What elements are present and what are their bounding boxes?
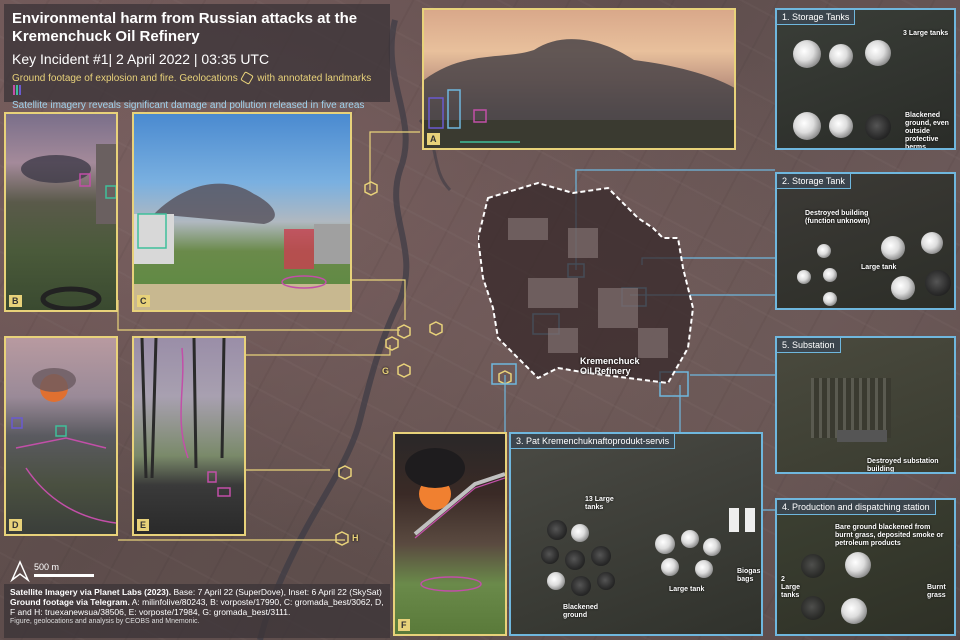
scale-label: 500 m xyxy=(34,562,60,572)
title-panel: Environmental harm from Russian attacks … xyxy=(4,4,390,111)
annotation: 3 Large tanks xyxy=(903,30,949,37)
sat-source-text: Base: 7 April 22 (SuperDove), Inset: 6 A… xyxy=(173,587,382,597)
photo-c: C xyxy=(132,112,352,312)
photo-a: A xyxy=(422,8,736,150)
photo-b: B xyxy=(4,112,118,312)
ground-note-pre: Ground footage of explosion and fire. Ge… xyxy=(12,73,238,84)
annotation: Large tank xyxy=(861,264,897,271)
photo-label: F xyxy=(398,619,410,631)
scale-bar: 500 m xyxy=(34,562,94,577)
photo-e-scene xyxy=(140,338,231,497)
map-canvas: Kremenchuck Oil Refinery G H Environment… xyxy=(0,0,960,640)
location-g-label: G xyxy=(382,366,390,376)
panel-title: 3. Pat Kremenchuknaftoprodukt-servis xyxy=(511,434,676,449)
ground-source-bold: Ground footage via Telegram. xyxy=(10,597,130,607)
photo-f-scene xyxy=(405,448,505,592)
photo-label: E xyxy=(137,519,150,531)
photo-d: D xyxy=(4,336,118,536)
annotation: Destroyed building (function unknown) xyxy=(805,210,870,225)
photo-b-scene xyxy=(21,144,116,310)
photo-f: F xyxy=(393,432,507,636)
north-arrow-icon xyxy=(10,560,30,583)
panel-title: 4. Production and dispatching station xyxy=(777,500,936,515)
panel-storage-tank: 2. Storage Tank Destroyed building (func… xyxy=(775,172,956,310)
ground-note-post: with annotated landmarks xyxy=(257,73,372,84)
landmark-colors-icon xyxy=(12,85,21,99)
annotation: 2 Large tanks xyxy=(781,576,801,599)
satellite-note: Satellite imagery reveals significant da… xyxy=(12,100,365,111)
panel-title: 2. Storage Tank xyxy=(777,174,851,189)
analysis-credit: Figure, geolocations and analysis by CEO… xyxy=(10,618,200,625)
photo-label: B xyxy=(9,295,22,307)
ground-note: Ground footage of explosion and fire. Ge… xyxy=(12,71,382,99)
annotation: Bare ground blackened from burnt grass, … xyxy=(835,524,944,547)
annotation: Biogas bags xyxy=(737,568,761,583)
photo-d-scene xyxy=(11,368,116,524)
panel-title: 1. Storage Tanks xyxy=(777,10,856,25)
photo-label: A xyxy=(427,133,440,145)
smoke-plume xyxy=(424,39,734,148)
annotation: 13 Large tanks xyxy=(585,496,614,511)
panel-substation: 5. Substation Destroyed substation build… xyxy=(775,336,956,474)
hexagon-icon xyxy=(240,71,255,86)
photo-c-scene xyxy=(134,183,350,310)
panel-title: 5. Substation xyxy=(777,338,841,353)
panel-storage-tanks: 1. Storage Tanks 3 Large tanks Blackened… xyxy=(775,8,956,150)
annotation: Destroyed substation building xyxy=(867,458,939,473)
refinery-label: Kremenchuck Oil Refinery xyxy=(580,356,640,376)
annotation: Large tank xyxy=(669,586,705,593)
annotation: Blackened ground xyxy=(563,604,599,619)
page-title: Environmental harm from Russian attacks … xyxy=(12,10,358,45)
photo-label: D xyxy=(9,519,22,531)
sat-source-bold: Satellite Imagery via Planet Labs (2023)… xyxy=(10,587,172,597)
incident-subtitle: Key Incident #1| 2 April 2022 | 03:35 UT… xyxy=(12,51,270,67)
photo-e: E xyxy=(132,336,246,536)
location-h-label: H xyxy=(352,533,359,543)
annotation: Blackened ground, even outside protectiv… xyxy=(905,112,949,150)
source-credits: Satellite Imagery via Planet Labs (2023)… xyxy=(4,584,390,638)
photo-label: C xyxy=(137,295,150,307)
panel-production-dispatching: 4. Production and dispatching station Ba… xyxy=(775,498,956,636)
annotation: Burnt grass xyxy=(927,584,946,599)
panel-kremenchuknaftoprodukt: 3. Pat Kremenchuknaftoprodukt-servis 13 … xyxy=(509,432,763,636)
